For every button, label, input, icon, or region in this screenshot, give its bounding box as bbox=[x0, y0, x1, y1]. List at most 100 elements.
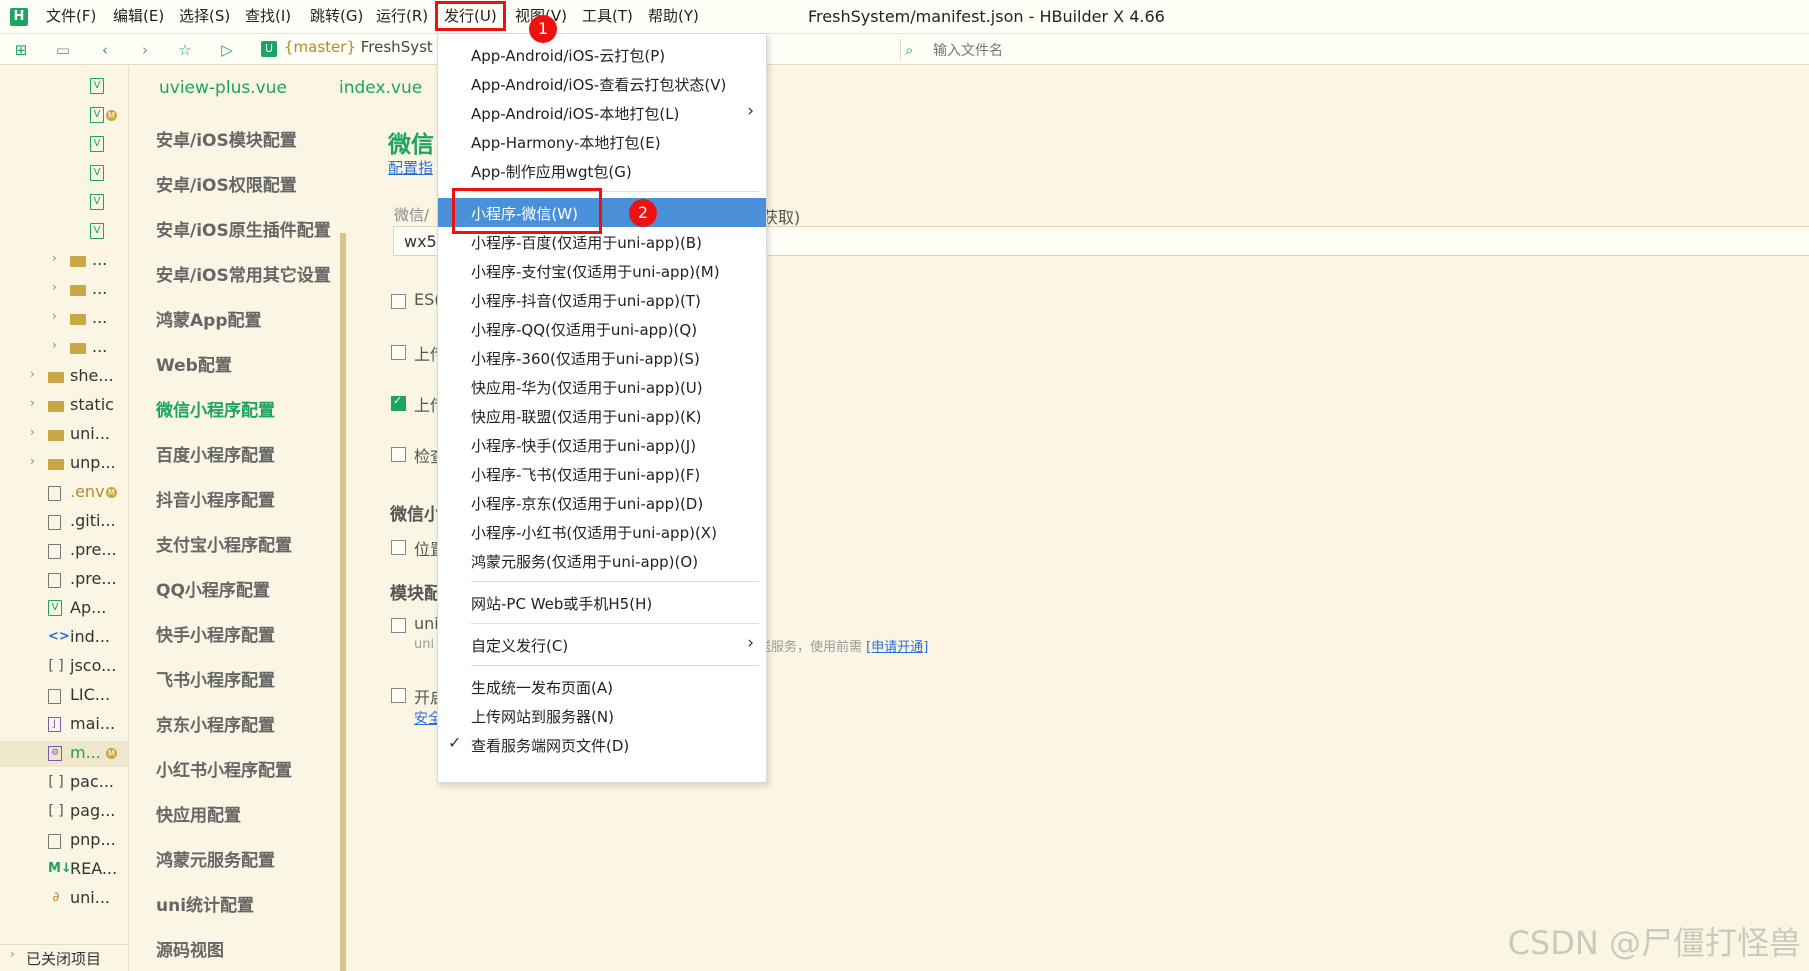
menu-file[interactable]: 文件(F) bbox=[42, 6, 100, 27]
save-icon[interactable]: ▭ bbox=[54, 41, 72, 59]
settings-nav-item[interactable]: 抖音小程序配置 bbox=[156, 486, 275, 511]
tab-index[interactable]: index.vue bbox=[339, 78, 422, 98]
forward-icon[interactable]: › bbox=[136, 41, 154, 59]
settings-nav-item[interactable]: 安卓/iOS原生插件配置 bbox=[156, 216, 331, 241]
closed-projects[interactable]: › 已关闭项目 bbox=[0, 944, 128, 971]
file-tree-item[interactable]: .pre... bbox=[0, 538, 128, 564]
publish-menu-item[interactable]: 小程序-快手(仅适用于uni-app)(J) bbox=[438, 430, 766, 459]
open-checkbox[interactable] bbox=[391, 688, 406, 703]
file-search[interactable]: ⌕ bbox=[900, 39, 1161, 63]
file-tree-item[interactable]: LIC... bbox=[0, 683, 128, 709]
menu-help[interactable]: 帮助(Y) bbox=[644, 6, 703, 27]
publish-menu-item[interactable]: 快应用-联盟(仅适用于uni-app)(K) bbox=[438, 401, 766, 430]
publish-menu-item[interactable]: 小程序-抖音(仅适用于uni-app)(T) bbox=[438, 285, 766, 314]
publish-menu-item[interactable]: 生成统一发布页面(A) bbox=[438, 672, 766, 701]
publish-menu-item[interactable]: 小程序-QQ(仅适用于uni-app)(Q) bbox=[438, 314, 766, 343]
file-tree-item[interactable]: ›... bbox=[0, 306, 128, 332]
location-checkbox[interactable] bbox=[391, 540, 406, 555]
new-file-icon[interactable]: ⊞ bbox=[12, 41, 30, 59]
file-tree-item[interactable]: V bbox=[0, 190, 128, 216]
file-tree-item[interactable]: › unp... bbox=[0, 451, 128, 477]
publish-menu-item[interactable]: App-Android/iOS-云打包(P) bbox=[438, 40, 766, 69]
file-tree-item[interactable]: ›... bbox=[0, 335, 128, 361]
publish-menu-item[interactable]: 查看服务端网页文件(D) ✓ bbox=[438, 730, 766, 759]
chevron-right-icon[interactable]: › bbox=[52, 309, 57, 323]
settings-nav-item[interactable]: 源码视图 bbox=[156, 936, 224, 961]
file-tree-item[interactable]: pnp... bbox=[0, 828, 128, 854]
chevron-right-icon[interactable]: › bbox=[52, 280, 57, 294]
menu-run[interactable]: 运行(R) bbox=[372, 6, 432, 27]
file-search-input[interactable] bbox=[931, 39, 1155, 63]
settings-nav-item[interactable]: 京东小程序配置 bbox=[156, 711, 275, 736]
publish-menu-item[interactable]: App-Android/iOS-查看云打包状态(V) bbox=[438, 69, 766, 98]
file-tree-item[interactable]: V bbox=[0, 132, 128, 158]
file-tree-item[interactable]: ›... bbox=[0, 277, 128, 303]
uni-checkbox[interactable] bbox=[391, 618, 406, 633]
settings-nav-item[interactable]: 支付宝小程序配置 bbox=[156, 531, 292, 556]
menu-publish[interactable]: 发行(U) bbox=[435, 1, 506, 31]
back-icon[interactable]: ‹ bbox=[96, 41, 114, 59]
publish-menu-item[interactable]: 小程序-小红书(仅适用于uni-app)(X) bbox=[438, 517, 766, 546]
publish-menu-item[interactable]: 网站-PC Web或手机H5(H) bbox=[438, 588, 766, 617]
settings-nav-item[interactable]: Web配置 bbox=[156, 351, 232, 376]
settings-nav-item[interactable]: uni统计配置 bbox=[156, 891, 254, 916]
publish-menu-item[interactable]: 上传网站到服务器(N) bbox=[438, 701, 766, 730]
run-icon[interactable]: ▷ bbox=[218, 41, 236, 59]
tab-uview-plus[interactable]: uview-plus.vue bbox=[159, 78, 287, 98]
file-tree-item[interactable]: [ ] jsco... bbox=[0, 654, 128, 680]
settings-nav-item[interactable]: 快手小程序配置 bbox=[156, 621, 275, 646]
file-tree-item[interactable]: › she... bbox=[0, 364, 128, 390]
file-tree-item[interactable]: M↓ REA... bbox=[0, 857, 128, 883]
settings-nav-item[interactable]: 飞书小程序配置 bbox=[156, 666, 275, 691]
menu-find[interactable]: 查找(I) bbox=[241, 6, 295, 27]
file-tree-item[interactable]: ›... bbox=[0, 248, 128, 274]
config-guide-link[interactable]: 配置指 bbox=[388, 157, 433, 178]
settings-nav-item[interactable]: 安卓/iOS常用其它设置 bbox=[156, 261, 331, 286]
menu-goto[interactable]: 跳转(G) bbox=[306, 6, 367, 27]
file-tree-item[interactable]: V Ap... bbox=[0, 596, 128, 622]
chevron-right-icon[interactable]: › bbox=[30, 425, 35, 439]
publish-menu-item[interactable]: App-Android/iOS-本地打包(L) › bbox=[438, 98, 766, 127]
publish-menu-item[interactable]: 小程序-支付宝(仅适用于uni-app)(M) bbox=[438, 256, 766, 285]
file-tree-item[interactable]: [ ] pac... bbox=[0, 770, 128, 796]
chevron-right-icon[interactable]: › bbox=[52, 338, 57, 352]
settings-nav-item[interactable]: 鸿蒙App配置 bbox=[156, 306, 262, 331]
file-tree-item[interactable]: [ ] pag... bbox=[0, 799, 128, 825]
publish-menu-item[interactable]: 快应用-华为(仅适用于uni-app)(U) bbox=[438, 372, 766, 401]
settings-nav-item[interactable]: QQ小程序配置 bbox=[156, 576, 270, 601]
file-tree-item[interactable]: .giti... bbox=[0, 509, 128, 535]
publish-menu-item[interactable]: 鸿蒙元服务(仅适用于uni-app)(O) bbox=[438, 546, 766, 575]
chevron-right-icon[interactable]: › bbox=[30, 396, 35, 410]
project-breadcrumb[interactable]: {master} FreshSyst bbox=[262, 38, 433, 56]
es6-checkbox[interactable] bbox=[391, 294, 406, 309]
chevron-right-icon[interactable]: › bbox=[30, 454, 35, 468]
settings-nav-item[interactable]: 鸿蒙元服务配置 bbox=[156, 846, 275, 871]
file-tree-item[interactable]: ⚙ m... M bbox=[0, 741, 128, 767]
file-tree-item[interactable]: V bbox=[0, 219, 128, 245]
file-tree-item[interactable]: › uni... bbox=[0, 422, 128, 448]
publish-menu-item[interactable]: App-Harmony-本地打包(E) bbox=[438, 127, 766, 156]
publish-menu-item[interactable]: App-制作应用wgt包(G) bbox=[438, 156, 766, 185]
check-checkbox[interactable] bbox=[391, 447, 406, 462]
settings-nav-item[interactable]: 安卓/iOS模块配置 bbox=[156, 126, 297, 151]
star-icon[interactable]: ☆ bbox=[176, 41, 194, 59]
file-tree-item[interactable]: Jmai... bbox=[0, 712, 128, 738]
chevron-right-icon[interactable]: › bbox=[30, 367, 35, 381]
file-tree-item[interactable]: › static bbox=[0, 393, 128, 419]
file-tree-item[interactable]: .env M bbox=[0, 480, 128, 506]
nav-scrollbar[interactable] bbox=[340, 233, 346, 971]
settings-nav-item[interactable]: 安卓/iOS权限配置 bbox=[156, 171, 297, 196]
upload-checkbox-2[interactable] bbox=[391, 394, 406, 411]
upload-checkbox-1[interactable] bbox=[391, 345, 406, 360]
publish-menu-item[interactable]: 小程序-飞书(仅适用于uni-app)(F) bbox=[438, 459, 766, 488]
apply-link[interactable]: [申请开通] bbox=[866, 640, 928, 655]
settings-nav-item[interactable]: 快应用配置 bbox=[156, 801, 241, 826]
settings-nav-item[interactable]: 百度小程序配置 bbox=[156, 441, 275, 466]
file-tree-item[interactable]: ∂ uni... bbox=[0, 886, 128, 912]
settings-nav-item[interactable]: 微信小程序配置 bbox=[156, 396, 275, 421]
settings-nav-item[interactable]: 小红书小程序配置 bbox=[156, 756, 292, 781]
menu-select[interactable]: 选择(S) bbox=[175, 6, 234, 27]
chevron-right-icon[interactable]: › bbox=[52, 251, 57, 265]
file-tree-item[interactable]: <> ind... bbox=[0, 625, 128, 651]
menu-edit[interactable]: 编辑(E) bbox=[109, 6, 168, 27]
